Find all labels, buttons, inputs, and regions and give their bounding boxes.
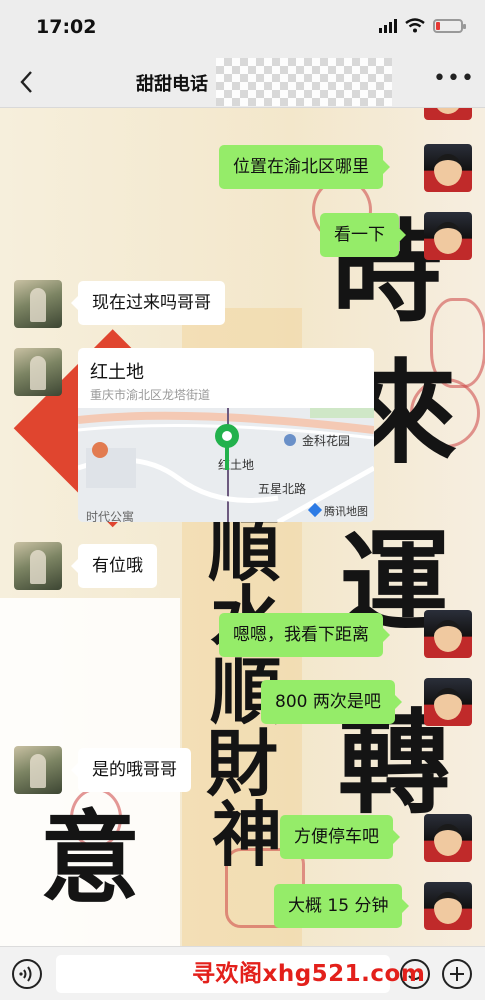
map-place-label: 时代公寓 <box>86 510 135 522</box>
location-address: 重庆市渝北区龙塔街道 <box>90 388 211 402</box>
message-bubble-outgoing[interactable]: 大概 15 分钟 <box>274 884 410 928</box>
my-avatar[interactable] <box>424 212 472 260</box>
map-brand: 腾讯地图 <box>307 502 368 519</box>
message-bubble-outgoing[interactable]: 800 两次是吧 <box>261 680 402 724</box>
contact-avatar[interactable] <box>14 348 62 396</box>
chat-title: 甜甜电话 <box>136 74 208 95</box>
pixelated-name-overlay <box>216 58 392 106</box>
contact-avatar[interactable] <box>14 280 62 328</box>
back-button[interactable] <box>14 68 42 96</box>
battery-icon <box>433 18 466 33</box>
my-avatar[interactable] <box>424 108 472 120</box>
voice-button[interactable] <box>12 959 42 989</box>
my-avatar[interactable] <box>424 814 472 862</box>
battery-level <box>436 21 440 30</box>
location-title: 红土地 <box>90 362 144 383</box>
wallpaper-calligraphy: 財 <box>206 721 279 806</box>
map-brand-icon <box>307 502 323 518</box>
status-time: 17:02 <box>36 16 97 38</box>
my-avatar[interactable] <box>424 144 472 192</box>
location-map[interactable]: 红土地 金科花园 五星北路 时代公寓 腾讯地图 <box>78 408 374 522</box>
more-dots-icon: ••• <box>433 66 475 91</box>
contact-avatar[interactable] <box>14 542 62 590</box>
status-icons <box>379 18 466 33</box>
message-bubble-outgoing[interactable]: 位置在渝北区哪里 <box>219 145 390 189</box>
map-brand-name: 腾讯地图 <box>324 505 368 518</box>
add-button[interactable] <box>442 959 472 989</box>
message-bubble-outgoing[interactable]: 嗯嗯，我看下距离 <box>219 613 390 657</box>
signal-icon <box>379 18 397 33</box>
message-bubble-incoming[interactable]: 现在过来吗哥哥 <box>71 281 225 325</box>
my-avatar[interactable] <box>424 882 472 930</box>
chat-header: 甜甜电话 ••• <box>0 56 485 108</box>
map-poi-name: 金科花园 <box>302 434 351 448</box>
more-button[interactable]: ••• <box>433 68 474 96</box>
wallpaper-calligraphy: 神 <box>212 793 282 876</box>
my-avatar[interactable] <box>424 678 472 726</box>
status-bar: 17:02 <box>0 0 485 56</box>
map-poi-label: 金科花园 <box>284 432 350 449</box>
map-poi-icon <box>92 442 108 458</box>
contact-avatar[interactable] <box>14 746 62 794</box>
message-bubble-outgoing[interactable]: 方便停车吧 <box>280 815 400 859</box>
poi-marker-icon <box>284 434 296 446</box>
location-card[interactable]: 红土地 重庆市渝北区龙塔街道 红土地 金科花园 五星北路 时代公寓 腾讯地图 <box>78 348 374 522</box>
message-bubble-outgoing[interactable]: 看一下 <box>320 213 406 257</box>
map-road-label: 五星北路 <box>258 482 307 496</box>
chevron-left-icon <box>20 71 32 93</box>
message-bubble-incoming[interactable]: 是的哦哥哥 <box>71 748 191 792</box>
voice-icon <box>19 966 32 982</box>
message-bubble-incoming[interactable]: 有位哦 <box>71 544 157 588</box>
wallpaper-calligraphy: 順 <box>208 506 281 591</box>
chat-area[interactable]: 時 來 運 轉 順 水 順 財 神 意 位置在渝北区哪里 看一下 现在过来吗哥哥… <box>0 108 485 946</box>
wifi-icon <box>405 18 425 33</box>
watermark: 寻欢阁xhg521.com <box>192 961 426 987</box>
my-avatar[interactable] <box>424 610 472 658</box>
wallpaper-calligraphy: 意 <box>40 799 140 917</box>
map-pin-icon <box>215 424 239 470</box>
